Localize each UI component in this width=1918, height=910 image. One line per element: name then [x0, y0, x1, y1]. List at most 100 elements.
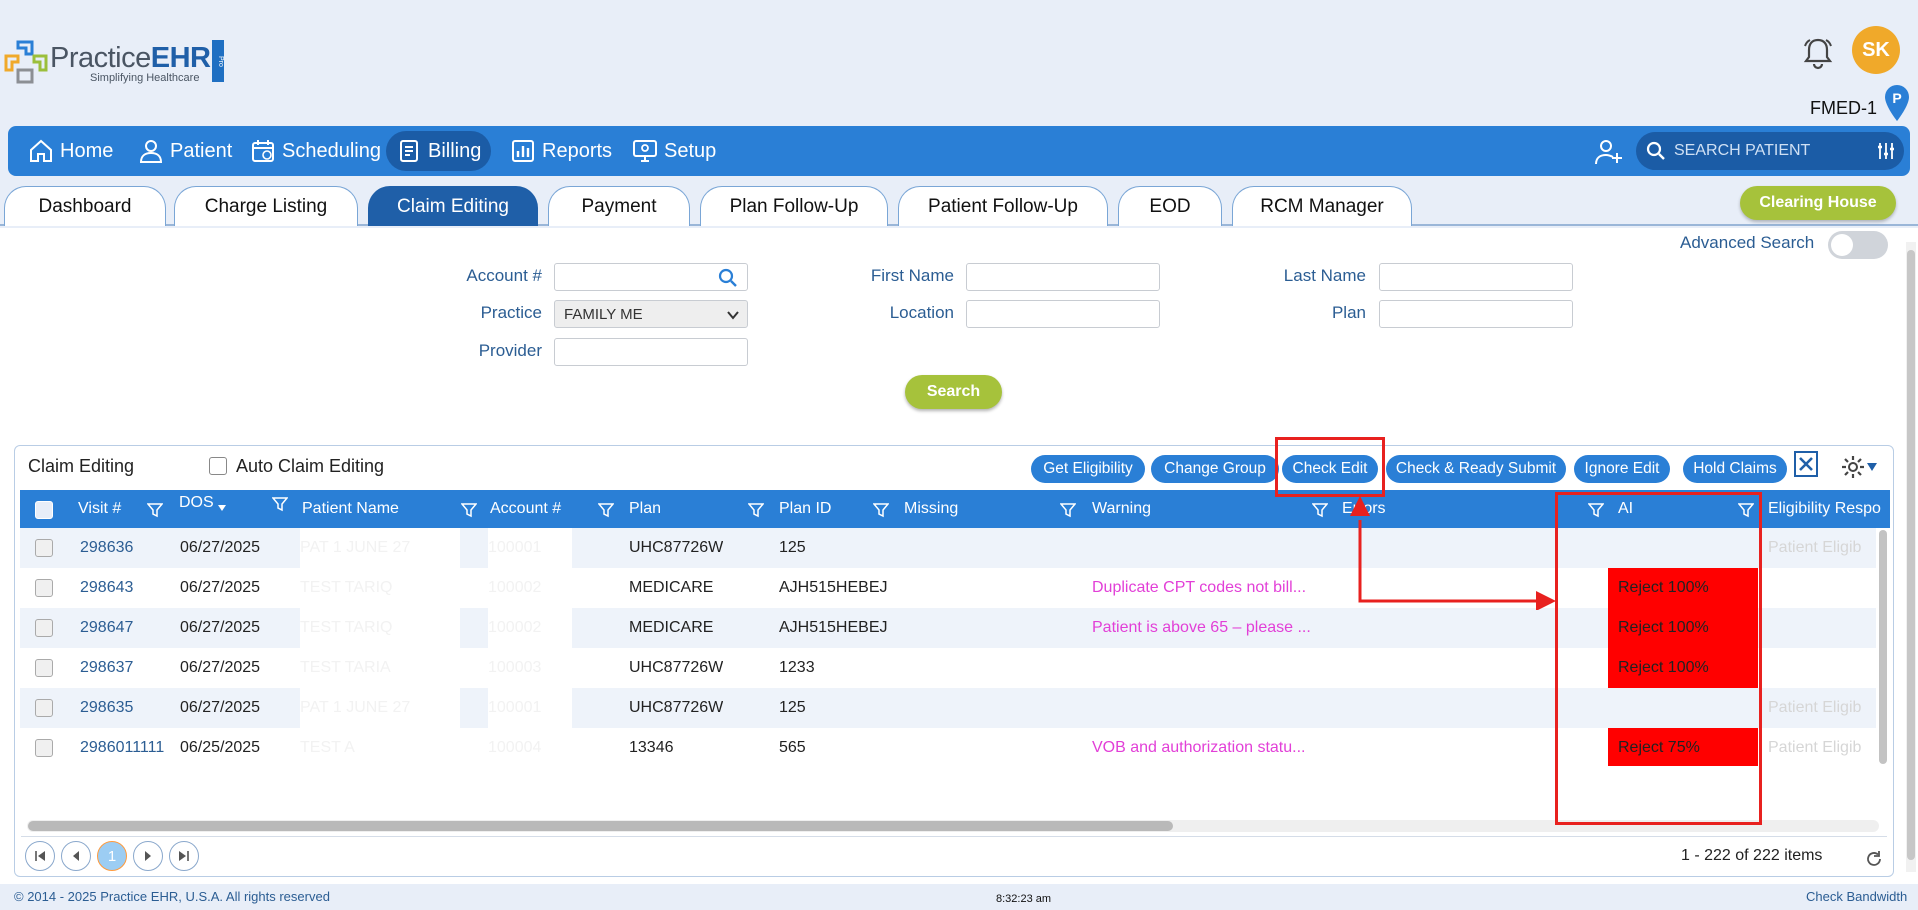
eligibility-cell[interactable]: Patient Eligib [1768, 528, 1861, 568]
warning-cell[interactable]: Patient is above 65 – please ... [1092, 608, 1311, 648]
col-patient-name[interactable]: Patient Name [302, 490, 399, 528]
row-checkbox[interactable] [35, 619, 53, 637]
visit-link[interactable]: 298635 [80, 688, 133, 728]
first-page-button[interactable] [25, 841, 55, 871]
filter-funnel-icon[interactable] [1060, 502, 1076, 518]
check-ready-submit-button[interactable]: Check & Ready Submit [1386, 455, 1566, 483]
page-scrollbar-thumb[interactable] [1907, 250, 1915, 860]
col-account[interactable]: Account # [490, 490, 561, 528]
visit-link[interactable]: 298637 [80, 648, 133, 688]
tab-claim-editing[interactable]: Claim Editing [368, 186, 538, 226]
account-search-icon[interactable] [718, 268, 738, 288]
row-checkbox[interactable] [35, 659, 53, 677]
nav-patient[interactable]: Patient [128, 131, 242, 171]
col-missing[interactable]: Missing [904, 490, 958, 528]
tab-eod[interactable]: EOD [1118, 186, 1222, 226]
warning-cell[interactable]: VOB and authorization statu... [1092, 728, 1305, 766]
user-avatar[interactable]: SK [1852, 26, 1900, 74]
nav-home[interactable]: Home [18, 131, 123, 171]
visit-link[interactable]: 298636 [80, 528, 133, 568]
provider-input[interactable] [554, 338, 748, 366]
notification-bell-icon[interactable] [1802, 36, 1834, 70]
nav-billing[interactable]: Billing [386, 131, 492, 171]
col-visit[interactable]: Visit # [78, 490, 121, 528]
location-pin-icon[interactable]: P [1883, 84, 1911, 122]
account-cell[interactable]: 100002 [488, 568, 572, 608]
check-bandwidth-link[interactable]: Check Bandwidth [1806, 889, 1907, 904]
get-eligibility-button[interactable]: Get Eligibility [1031, 455, 1145, 483]
col-dos[interactable]: DOS [179, 484, 226, 522]
warning-cell[interactable]: Duplicate CPT codes not bill... [1092, 568, 1306, 608]
nav-reports[interactable]: Reports [500, 131, 622, 171]
page-scrollbar[interactable] [1906, 242, 1916, 872]
grid-horizontal-scrollbar-thumb[interactable] [28, 821, 1173, 831]
account-cell[interactable]: 100001 [488, 688, 572, 728]
caret-down-icon[interactable] [1867, 463, 1877, 471]
select-all-checkbox[interactable] [35, 501, 53, 519]
patient-name-cell[interactable]: PAT 1 JUNE 27 [300, 528, 460, 568]
grid-vertical-scrollbar-thumb[interactable] [1879, 530, 1887, 764]
gear-icon[interactable] [1841, 455, 1865, 479]
refresh-icon[interactable] [1865, 850, 1883, 868]
auto-claim-editing-checkbox[interactable] [209, 457, 227, 475]
filter-funnel-icon[interactable] [873, 502, 889, 518]
previous-page-button[interactable] [61, 841, 91, 871]
ignore-edit-button[interactable]: Ignore Edit [1574, 455, 1670, 483]
eligibility-cell[interactable]: Patient Eligib [1768, 728, 1861, 766]
practice-ehr-logo[interactable]: PracticeEHR Simplifying Healthcare Pro [4, 38, 224, 88]
account-cell[interactable]: 100003 [488, 648, 572, 688]
practice-select[interactable]: FAMILY ME [554, 300, 748, 328]
last-page-button[interactable] [169, 841, 199, 871]
row-checkbox[interactable] [35, 699, 53, 717]
col-warning[interactable]: Warning [1092, 490, 1151, 528]
filter-funnel-icon[interactable] [598, 502, 614, 518]
last-name-input[interactable] [1379, 263, 1573, 291]
filter-funnel-icon[interactable] [461, 502, 477, 518]
col-plan[interactable]: Plan [629, 490, 661, 528]
advanced-search-toggle[interactable] [1828, 231, 1888, 259]
current-page-button[interactable]: 1 [97, 841, 127, 871]
nav-setup[interactable]: Setup [622, 131, 726, 171]
visit-link[interactable]: 2986011111 [80, 728, 164, 766]
filter-funnel-icon[interactable] [272, 496, 288, 512]
tab-payment[interactable]: Payment [548, 186, 690, 226]
tab-charge-listing[interactable]: Charge Listing [174, 186, 358, 226]
col-plan-id[interactable]: Plan ID [779, 490, 831, 528]
clearing-house-button[interactable]: Clearing House [1740, 186, 1896, 220]
first-name-input[interactable] [966, 263, 1160, 291]
plan-input[interactable] [1379, 300, 1573, 328]
filter-funnel-icon[interactable] [1312, 502, 1328, 518]
account-cell[interactable]: 100002 [488, 608, 572, 648]
patient-name-cell[interactable]: TEST A [300, 728, 460, 766]
hold-claims-button[interactable]: Hold Claims [1683, 455, 1787, 483]
patient-name-cell[interactable]: TEST TARIQ [300, 608, 460, 648]
filter-funnel-icon[interactable] [147, 502, 163, 518]
facility-label[interactable]: FMED-1 [1810, 98, 1877, 119]
visit-link[interactable]: 298647 [80, 608, 133, 648]
location-input[interactable] [966, 300, 1160, 328]
col-eligibility-response[interactable]: Eligibility Respo [1768, 490, 1881, 528]
add-user-icon[interactable] [1594, 137, 1624, 167]
excel-export-icon[interactable] [1793, 450, 1819, 478]
tab-plan-follow-up[interactable]: Plan Follow-Up [700, 186, 888, 226]
change-group-button[interactable]: Change Group [1151, 455, 1279, 483]
grid-vertical-scrollbar[interactable] [1877, 528, 1889, 766]
account-cell[interactable]: 100004 [488, 728, 572, 766]
patient-name-cell[interactable]: TEST TARIA [300, 648, 460, 688]
patient-name-cell[interactable]: TEST TARIQ [300, 568, 460, 608]
eligibility-cell[interactable]: Patient Eligib [1768, 688, 1861, 728]
tab-rcm-manager[interactable]: RCM Manager [1232, 186, 1412, 226]
next-page-button[interactable] [133, 841, 163, 871]
patient-search-input[interactable] [1672, 138, 1862, 164]
filter-funnel-icon[interactable] [748, 502, 764, 518]
row-checkbox[interactable] [35, 539, 53, 557]
search-icon[interactable] [1646, 141, 1666, 161]
tab-dashboard[interactable]: Dashboard [4, 186, 166, 226]
visit-link[interactable]: 298643 [80, 568, 133, 608]
patient-name-cell[interactable]: PAT 1 JUNE 27 [300, 688, 460, 728]
row-checkbox[interactable] [35, 579, 53, 597]
nav-scheduling[interactable]: Scheduling [240, 131, 391, 171]
search-button[interactable]: Search [905, 375, 1002, 409]
tab-patient-follow-up[interactable]: Patient Follow-Up [898, 186, 1108, 226]
row-checkbox[interactable] [35, 739, 53, 757]
